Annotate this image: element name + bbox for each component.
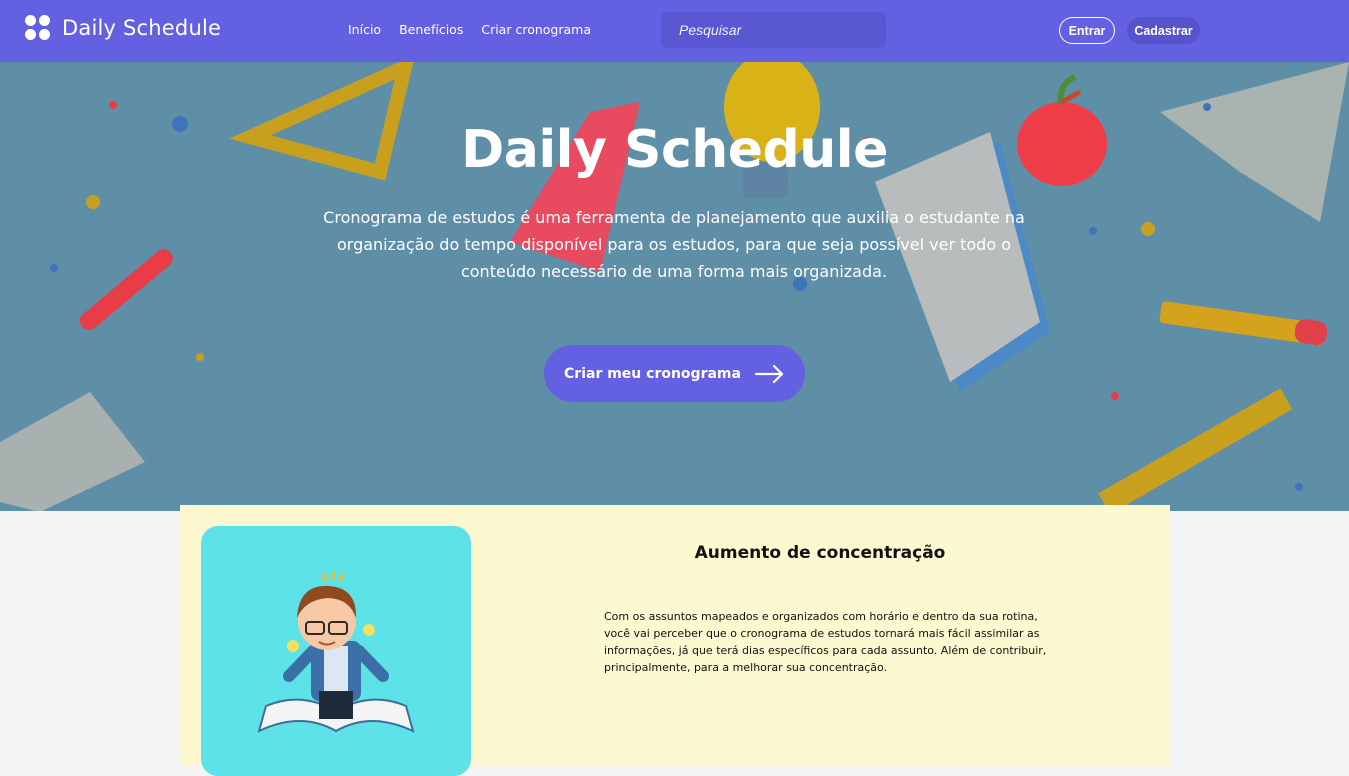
ruler-icon (1098, 388, 1293, 511)
hero-title: Daily Schedule (461, 120, 888, 180)
pen-icon (79, 249, 173, 331)
search-input[interactable] (661, 12, 886, 48)
login-button[interactable]: Entrar (1059, 17, 1115, 44)
benefit-title: Aumento de concentração (694, 543, 946, 563)
logo-text: Daily Schedule (62, 15, 222, 40)
nav-link-criar-cronograma[interactable]: Criar cronograma (481, 22, 591, 37)
hero-section: Daily Schedule Cronograma de estudos é u… (0, 62, 1349, 511)
notes-icon (0, 392, 145, 511)
hero-description: Cronograma de estudos é uma ferramenta d… (323, 208, 1025, 281)
benefit-description: Com os assuntos mapeados e organizados c… (604, 610, 1047, 674)
arrow-right-icon (754, 364, 784, 383)
student-reading-illustration (201, 526, 471, 776)
benefit-card: Aumento de concentração Com os assuntos … (180, 505, 1170, 776)
nav-link-inicio[interactable]: Início (348, 22, 381, 37)
logo-icon (25, 15, 50, 40)
signup-button[interactable]: Cadastrar (1127, 17, 1200, 44)
nav-link-beneficios[interactable]: Benefícios (399, 22, 463, 37)
create-schedule-button[interactable]: Criar meu cronograma (544, 345, 805, 402)
navbar: Daily Schedule Início Benefícios Criar c… (0, 0, 1349, 62)
nav-links: Início Benefícios Criar cronograma (348, 22, 591, 37)
logo[interactable]: Daily Schedule (25, 15, 221, 40)
create-schedule-label: Criar meu cronograma (564, 365, 741, 382)
